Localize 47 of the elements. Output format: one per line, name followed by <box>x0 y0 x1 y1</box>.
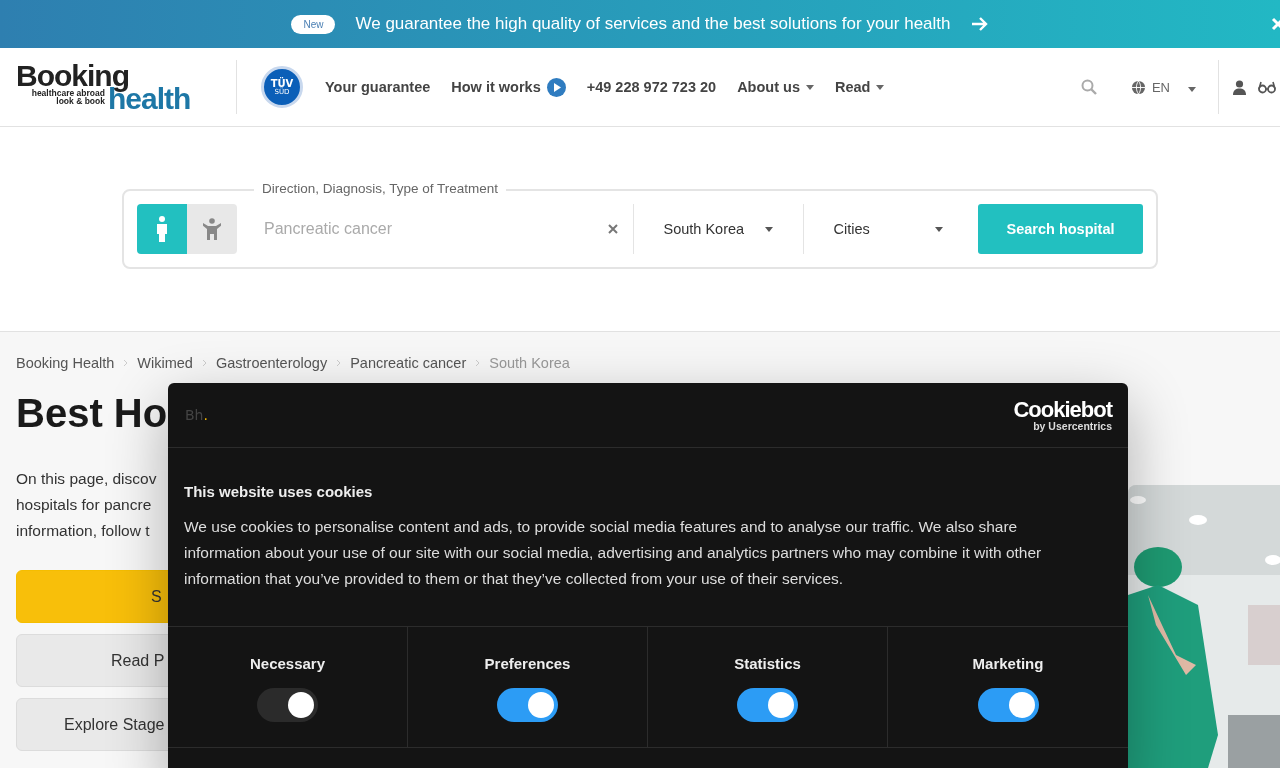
chevron-icon <box>201 359 207 367</box>
caret-icon <box>805 84 814 90</box>
play-icon <box>546 77 566 97</box>
nav-link[interactable]: About us <box>737 79 814 95</box>
child-icon <box>203 218 221 240</box>
glasses-icon[interactable] <box>1258 80 1276 94</box>
caret-icon <box>876 84 885 90</box>
search-icon[interactable] <box>1080 79 1097 95</box>
category-label: Marketing <box>972 655 1044 672</box>
nav-link[interactable]: How it works <box>451 77 566 97</box>
language-selector[interactable]: EN <box>1130 79 1196 95</box>
close-icon[interactable] <box>1271 17 1280 31</box>
category-label: Necessary <box>249 655 326 672</box>
breadcrumb-link[interactable]: Gastroenterology <box>215 355 328 371</box>
nav-link[interactable]: Read <box>834 79 885 95</box>
caret-icon <box>934 226 943 232</box>
dialog-title: This website uses cookies <box>184 483 374 500</box>
breadcrumb-link[interactable]: Booking Health <box>16 355 115 371</box>
country-select[interactable]: South Korea <box>632 204 803 254</box>
chevron-icon <box>336 359 342 367</box>
caret-icon <box>1188 86 1196 92</box>
user-icon[interactable] <box>1233 79 1246 95</box>
intro-text: On this page, discov hospitals for pancre information, follow t <box>16 469 157 541</box>
breadcrumb-link[interactable]: Pancreatic cancer <box>350 355 467 371</box>
page-title: Best Ho <box>16 391 168 436</box>
dialog-text: We use cookies to personalise content and ads, to provide social media features and to analyse our traffic. We also share information about your use of our site with our social media, advertising and analytics partners who may combine it with other information that you’ve provided to them or that they’ve collected from your use of their services. <box>184 517 1043 589</box>
chevron-icon <box>123 359 129 367</box>
globe-icon <box>1130 79 1146 95</box>
cookiebot-logo: Cookiebot by Usercentrics <box>1013 398 1112 432</box>
city-select[interactable]: Cities <box>802 204 973 254</box>
nav-link[interactable]: Your guarantee <box>325 79 431 95</box>
chevron-icon <box>475 359 481 367</box>
category-label: Preferences <box>484 655 571 672</box>
consent-toggle[interactable] <box>497 688 558 722</box>
arrow-right-icon[interactable] <box>970 16 989 32</box>
consent-toggle[interactable] <box>737 688 798 722</box>
category-label: Statistics <box>734 655 801 672</box>
child-toggle[interactable] <box>187 204 237 254</box>
new-badge: New <box>291 14 336 34</box>
caret-icon <box>764 226 773 232</box>
nav-link[interactable]: +49 228 972 723 20 <box>586 79 717 95</box>
consent-toggle[interactable] <box>977 688 1039 722</box>
clear-icon[interactable] <box>607 224 618 234</box>
search-legend: Direction, Diagnosis, Type of Treatment <box>254 181 507 196</box>
person-icon <box>156 216 168 242</box>
breadcrumb-link[interactable]: Wikimed <box>137 355 193 371</box>
adult-toggle[interactable] <box>137 204 187 254</box>
